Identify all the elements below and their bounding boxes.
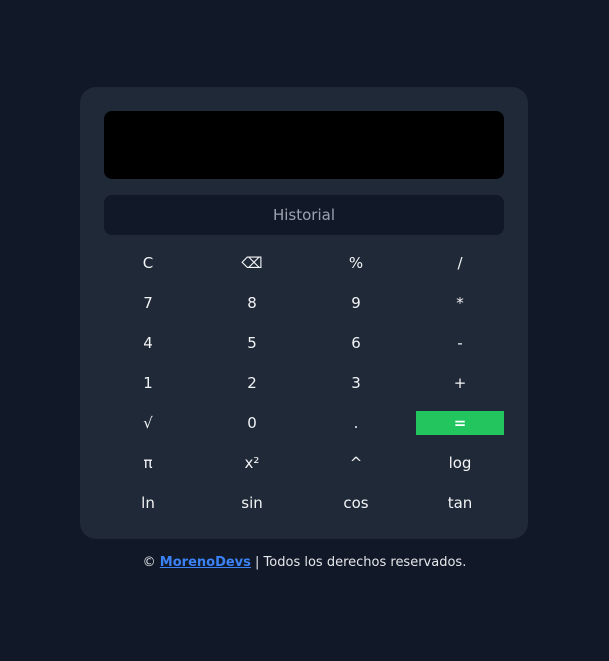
digit-0-button[interactable]: 0 <box>208 403 296 443</box>
digit-1-button[interactable]: 1 <box>104 363 192 403</box>
sin-button[interactable]: sin <box>208 483 296 523</box>
rights-text: | Todos los derechos reservados. <box>255 555 467 570</box>
digit-6-button[interactable]: 6 <box>312 323 400 363</box>
digit-8-button[interactable]: 8 <box>208 283 296 323</box>
brand-link[interactable]: MorenoDevs <box>160 555 251 570</box>
power-button[interactable]: ^ <box>312 443 400 483</box>
digit-4-button[interactable]: 4 <box>104 323 192 363</box>
percent-button[interactable]: % <box>312 243 400 283</box>
digit-2-button[interactable]: 2 <box>208 363 296 403</box>
decimal-button[interactable]: . <box>312 403 400 443</box>
sqrt-button[interactable]: √ <box>104 403 192 443</box>
history-button[interactable]: Historial <box>104 195 504 235</box>
digit-7-button[interactable]: 7 <box>104 283 192 323</box>
tan-button[interactable]: tan <box>416 483 504 523</box>
backspace-button[interactable]: ⌫ <box>208 243 296 283</box>
digit-3-button[interactable]: 3 <box>312 363 400 403</box>
digit-5-button[interactable]: 5 <box>208 323 296 363</box>
add-button[interactable]: + <box>416 363 504 403</box>
copyright-symbol: © <box>142 555 156 570</box>
multiply-button[interactable]: * <box>416 283 504 323</box>
subtract-button[interactable]: - <box>416 323 504 363</box>
keypad: C ⌫ % / 7 8 9 * 4 5 6 - 1 2 3 + √ 0 . = … <box>104 243 504 523</box>
calculator-display <box>104 111 504 179</box>
equals-button[interactable]: = <box>416 411 504 435</box>
pi-button[interactable]: π <box>104 443 192 483</box>
divide-button[interactable]: / <box>416 243 504 283</box>
cos-button[interactable]: cos <box>312 483 400 523</box>
clear-button[interactable]: C <box>104 243 192 283</box>
square-button[interactable]: x² <box>208 443 296 483</box>
log-button[interactable]: log <box>416 443 504 483</box>
footer: © MorenoDevs | Todos los derechos reserv… <box>0 555 609 570</box>
digit-9-button[interactable]: 9 <box>312 283 400 323</box>
ln-button[interactable]: ln <box>104 483 192 523</box>
calculator-panel: Historial C ⌫ % / 7 8 9 * 4 5 6 - 1 2 3 … <box>80 87 528 539</box>
